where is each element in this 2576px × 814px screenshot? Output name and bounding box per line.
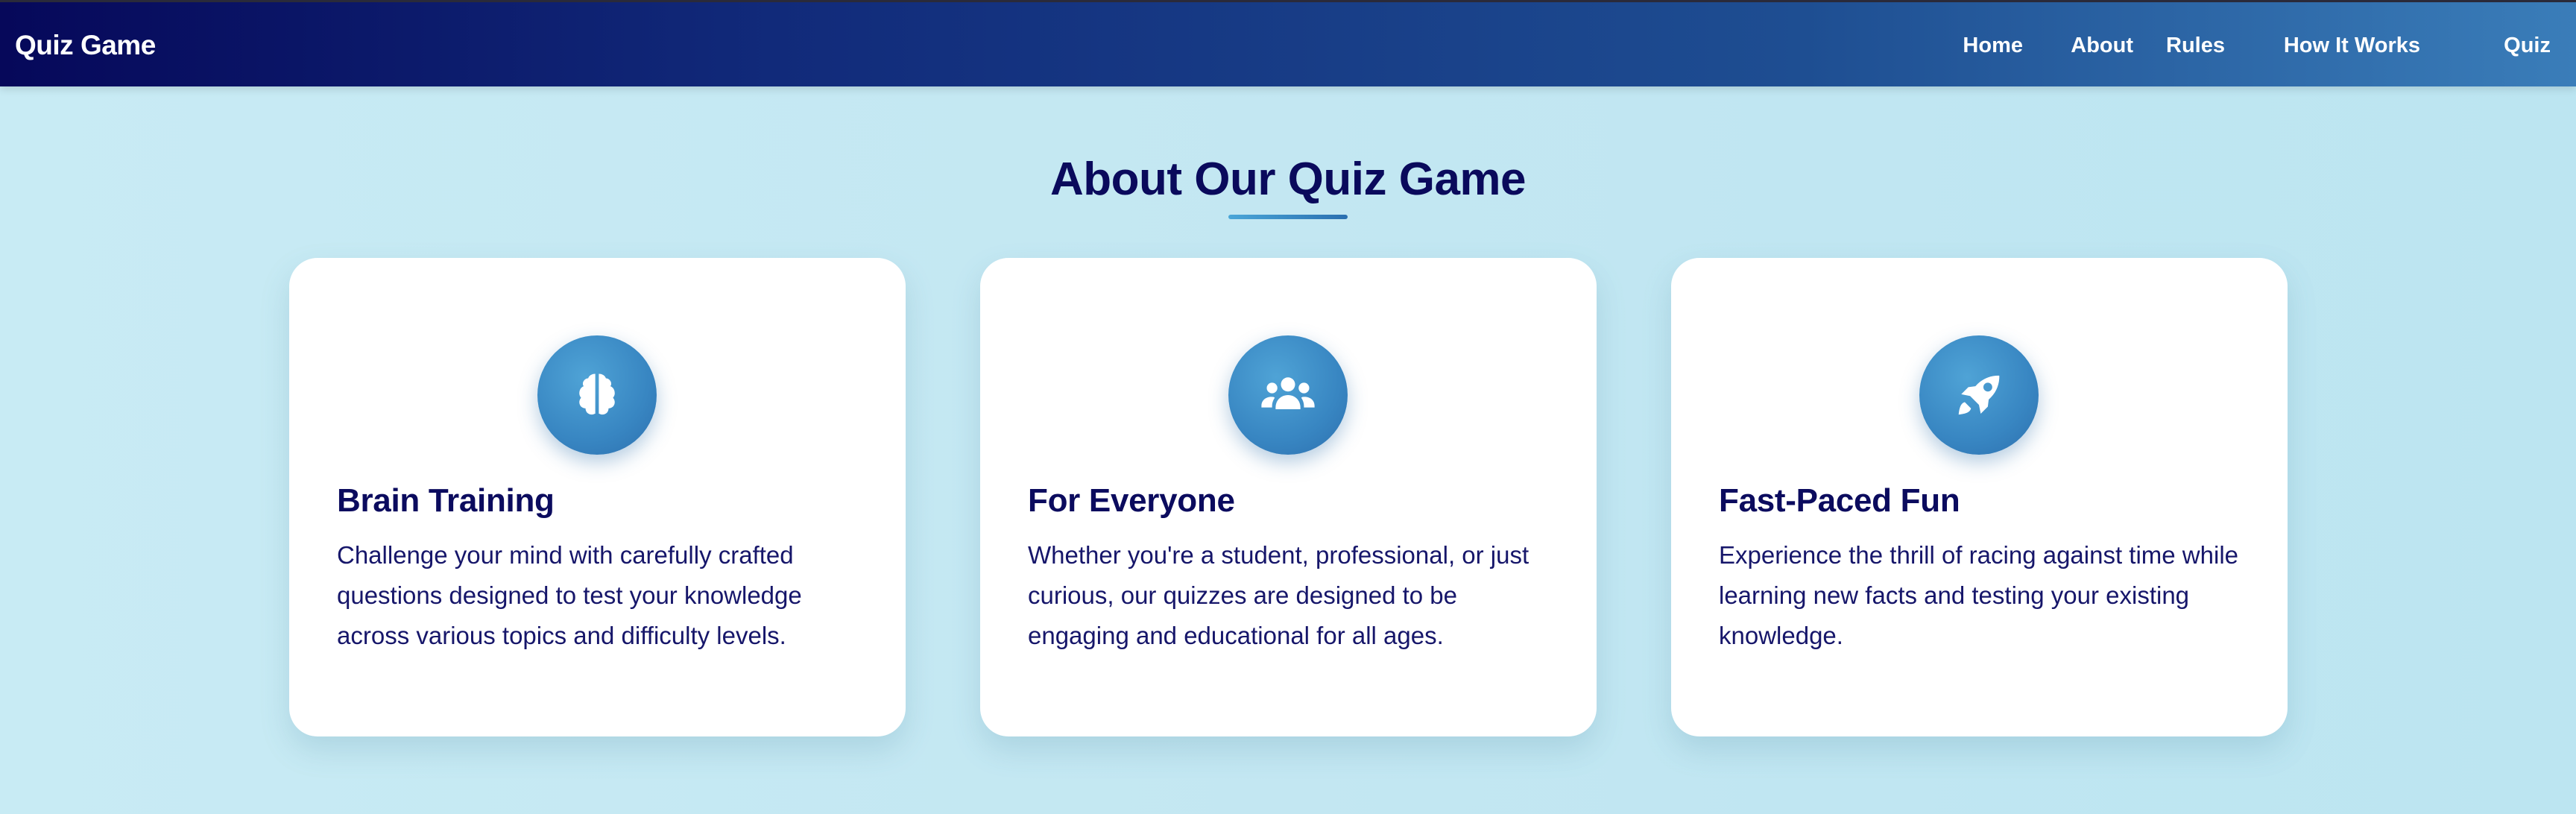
top-navbar: Quiz Game Home About Rules How It Works … bbox=[0, 0, 2576, 86]
card-description: Whether you're a student, professional, … bbox=[1028, 541, 1530, 649]
feature-card-brain-training: Brain Training Challenge your mind with … bbox=[289, 258, 906, 736]
card-description: Experience the thrill of racing against … bbox=[1719, 541, 2239, 649]
section-title: About Our Quiz Game bbox=[1049, 154, 1527, 205]
nav-link-quiz[interactable]: Quiz bbox=[2504, 2, 2551, 89]
nav-link-home[interactable]: Home bbox=[1963, 2, 2023, 89]
users-icon bbox=[1228, 335, 1348, 455]
card-title: Brain Training bbox=[337, 482, 555, 519]
rocket-icon bbox=[1919, 335, 2039, 455]
feature-card-fast-paced-fun: Fast-Paced Fun Experience the thrill of … bbox=[1671, 258, 2288, 736]
card-description: Challenge your mind with carefully craft… bbox=[337, 541, 802, 649]
brain-icon bbox=[537, 335, 657, 455]
card-title: Fast-Paced Fun bbox=[1719, 482, 1960, 519]
nav-link-how-it-works[interactable]: How It Works bbox=[2284, 2, 2420, 89]
brand-logo-text[interactable]: Quiz Game bbox=[15, 2, 156, 89]
card-title: For Everyone bbox=[1028, 482, 1235, 519]
nav-link-rules[interactable]: Rules bbox=[2166, 2, 2225, 89]
nav-link-about[interactable]: About bbox=[2071, 2, 2133, 89]
feature-card-for-everyone: For Everyone Whether you're a student, p… bbox=[980, 258, 1597, 736]
title-underline bbox=[1228, 215, 1348, 219]
